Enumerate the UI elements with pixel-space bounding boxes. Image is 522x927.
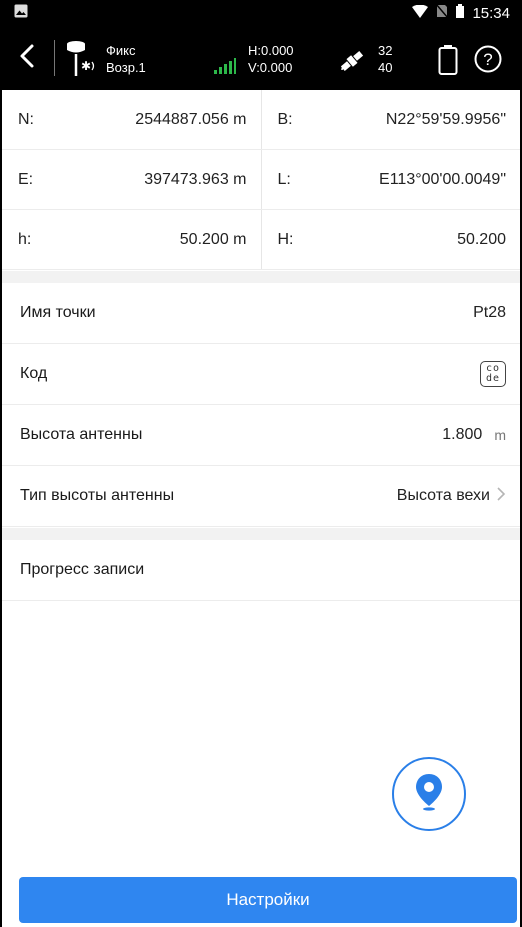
help-button[interactable]: ? xyxy=(473,44,503,74)
help-circle-icon: ? xyxy=(473,45,503,78)
antenna-type-label: Тип высоты антенны xyxy=(20,487,175,504)
coord-row-e-l: E: 397473.963 m L: E113°00'00.0049" xyxy=(2,150,520,210)
section-divider-2 xyxy=(2,528,520,540)
coord-b: B: N22°59'59.9956" xyxy=(262,90,521,149)
device-battery-icon[interactable] xyxy=(438,44,458,76)
h-precision: H:0.000 xyxy=(248,43,294,58)
antenna-height-row[interactable]: Высота антенны 1.800 m xyxy=(2,405,520,466)
locate-point-button[interactable] xyxy=(392,757,466,831)
coord-b-value: N22°59'59.9956" xyxy=(385,110,506,128)
coord-l-value: E113°00'00.0049" xyxy=(379,170,506,188)
status-icons: 15:34 xyxy=(412,3,510,22)
antenna-type-row[interactable]: Тип высоты антенны Высота вехи xyxy=(2,466,520,527)
coord-row-n-b: N: 2544887.056 m B: N22°59'59.9956" xyxy=(2,90,520,150)
section-divider xyxy=(2,271,520,283)
divider xyxy=(54,40,55,76)
coord-e-label: E: xyxy=(18,170,34,188)
coord-n-label: N: xyxy=(18,110,34,128)
back-button[interactable] xyxy=(12,40,42,76)
antenna-height-value: 1.800 xyxy=(442,426,483,443)
point-name-label: Имя точки xyxy=(20,304,96,321)
coord-n: N: 2544887.056 m xyxy=(2,90,262,149)
coord-l-label: L: xyxy=(277,170,291,188)
antenna-type-select[interactable]: Высота вехи xyxy=(397,486,506,507)
status-bar: 15:34 xyxy=(2,0,520,26)
coord-ellipsoid-height: h: 50.200 m xyxy=(2,210,262,269)
antenna-height-field[interactable]: 1.800 m xyxy=(442,426,506,444)
coord-b-label: B: xyxy=(277,110,293,128)
chevron-right-icon xyxy=(496,486,506,507)
svg-text:?: ? xyxy=(483,50,492,69)
coord-e: E: 397473.963 m xyxy=(2,150,262,209)
coord-orthometric-height: H: 50.200 xyxy=(262,210,521,269)
gnss-rover-icon[interactable]: ✱ xyxy=(64,38,98,78)
wifi-icon xyxy=(412,4,429,22)
status-time: 15:34 xyxy=(472,4,510,22)
code-icon-bottom: de xyxy=(485,373,501,384)
coord-l: L: E113°00'00.0049" xyxy=(262,150,521,209)
satellite-count: 32 40 xyxy=(378,42,392,76)
satellite-icon[interactable] xyxy=(338,48,366,74)
satellites-visible: 40 xyxy=(378,60,393,75)
settings-button[interactable]: Настройки xyxy=(19,877,517,923)
point-name-value[interactable]: Pt28 xyxy=(473,304,506,322)
code-row[interactable]: Код co de xyxy=(2,344,520,405)
coord-orthometric-height-label: H: xyxy=(277,230,294,248)
coord-orthometric-height-value: 50.200 xyxy=(457,230,506,248)
satellites-used: 32 xyxy=(378,43,393,58)
age-label: Возр.1 xyxy=(106,60,146,75)
fix-status: Фикс Возр.1 xyxy=(106,42,146,76)
code-icon[interactable]: co de xyxy=(480,361,506,387)
battery-status-icon xyxy=(456,4,465,22)
app-frame: 15:34 ✱ Фикс Возр.1 H:0.000 V:0.000 32 4… xyxy=(0,0,522,927)
antenna-type-value: Высота вехи xyxy=(396,487,490,504)
antenna-height-label: Высота антенны xyxy=(20,426,143,443)
coord-ellipsoid-height-value: 50.200 m xyxy=(179,230,247,248)
coord-e-value: 397473.963 m xyxy=(144,170,247,188)
fix-status-label: Фикс xyxy=(106,43,136,58)
chevron-left-icon xyxy=(19,43,35,74)
image-icon xyxy=(14,4,28,22)
coord-n-value: 2544887.056 m xyxy=(135,110,247,128)
no-sim-icon xyxy=(435,3,450,22)
point-form: Имя точки Pt28 Код co de Высота антенны … xyxy=(2,283,520,527)
coordinates-panel: N: 2544887.056 m B: N22°59'59.9956" E: 3… xyxy=(2,90,520,270)
code-label: Код xyxy=(20,365,48,382)
signal-strength-icon xyxy=(214,58,236,74)
recording-progress-label: Прогресс записи xyxy=(20,561,145,578)
antenna-height-unit: m xyxy=(494,427,506,443)
coord-row-h: h: 50.200 m H: 50.200 xyxy=(2,210,520,270)
v-precision: V:0.000 xyxy=(248,60,293,75)
top-bar: ✱ Фикс Возр.1 H:0.000 V:0.000 32 40 ? xyxy=(2,26,520,90)
recording-progress-row: Прогресс записи xyxy=(2,540,520,601)
svg-text:✱: ✱ xyxy=(81,59,91,73)
precision-readout: H:0.000 V:0.000 xyxy=(248,42,294,76)
location-pin-icon xyxy=(414,772,444,817)
coord-ellipsoid-height-label: h: xyxy=(18,230,32,248)
point-name-row[interactable]: Имя точки Pt28 xyxy=(2,283,520,344)
